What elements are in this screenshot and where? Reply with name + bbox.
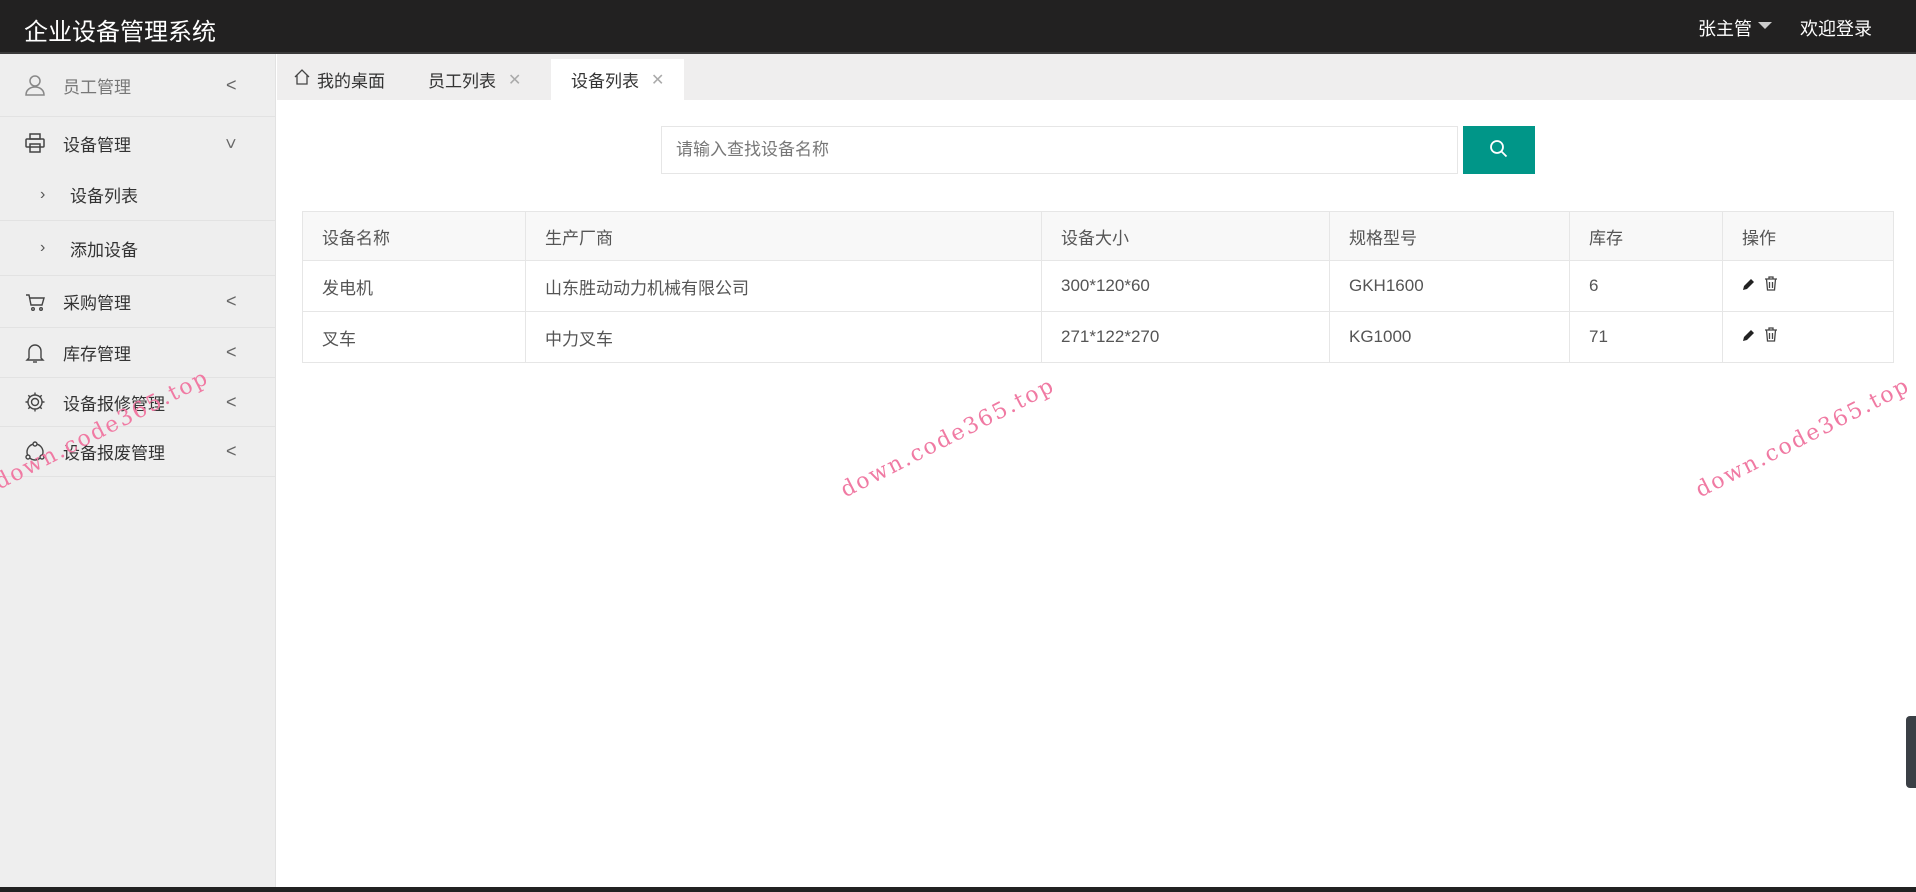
home-icon xyxy=(293,68,311,91)
chevron-left-icon: < xyxy=(226,391,237,412)
sidebar-item-label: 设备管理 xyxy=(63,135,131,155)
cell-name: 叉车 xyxy=(302,311,526,363)
column-header: 生产厂商 xyxy=(525,211,1042,261)
chevron-down-icon: < xyxy=(220,137,241,149)
device-table: 设备名称 生产厂商 设备大小 规格型号 库存 操作 发电机 山东胜动动力机械有限… xyxy=(302,211,1894,363)
chevron-right-icon: › xyxy=(40,239,46,256)
search-icon xyxy=(1489,139,1509,162)
bottom-bar xyxy=(0,887,1916,892)
bell-icon xyxy=(24,342,46,364)
cell-size: 300*120*60 xyxy=(1041,260,1330,312)
search-button[interactable] xyxy=(1463,126,1535,174)
tab-label: 员工列表 xyxy=(428,72,496,91)
watermark: down.code365.top xyxy=(1691,373,1915,503)
cell-maker: 山东胜动动力机械有限公司 xyxy=(525,260,1042,312)
tab-label: 设备列表 xyxy=(571,72,639,91)
table-row: 发电机 山东胜动动力机械有限公司 300*120*60 GKH1600 6 xyxy=(302,260,1894,312)
edit-icon[interactable] xyxy=(1742,276,1756,296)
chevron-right-icon: › xyxy=(40,185,46,203)
table-header-row: 设备名称 生产厂商 设备大小 规格型号 库存 操作 xyxy=(302,211,1894,261)
tab-label: 我的桌面 xyxy=(317,72,385,91)
sidebar: 员工管理 < 设备管理 < › 设备列表 › 添加设备 采购管理 < 库存管理 … xyxy=(0,54,276,887)
tab-device-list[interactable]: 设备列表 ✕ xyxy=(551,59,685,100)
sidebar-subitem-device-list[interactable]: › 设备列表 xyxy=(0,169,276,221)
sidebar-item-label: 添加设备 xyxy=(70,240,138,260)
chevron-left-icon: < xyxy=(226,441,237,461)
cell-actions xyxy=(1722,260,1894,312)
cell-model: KG1000 xyxy=(1329,311,1570,363)
sidebar-item-label: 采购管理 xyxy=(63,294,131,313)
cart-icon xyxy=(24,291,46,313)
printer-icon xyxy=(24,132,46,154)
user-icon xyxy=(24,74,46,96)
sidebar-item-inventory[interactable]: 库存管理 < xyxy=(0,328,276,378)
sidebar-item-label: 设备报废管理 xyxy=(63,444,165,463)
tab-desktop[interactable]: 我的桌面 xyxy=(293,59,385,100)
trash-icon[interactable] xyxy=(1764,276,1778,296)
search-input[interactable] xyxy=(661,126,1458,174)
side-widget[interactable] xyxy=(1906,716,1916,788)
sidebar-item-label: 设备列表 xyxy=(70,187,138,206)
chevron-left-icon: < xyxy=(226,74,237,95)
cell-name: 发电机 xyxy=(302,260,526,312)
column-header: 设备大小 xyxy=(1041,211,1330,261)
edit-icon[interactable] xyxy=(1742,327,1756,347)
close-icon[interactable]: ✕ xyxy=(508,70,521,90)
table-row: 叉车 中力叉车 271*122*270 KG1000 71 xyxy=(302,311,1894,363)
user-menu[interactable]: 张主管 xyxy=(1698,15,1752,41)
tab-bar: 我的桌面 员工列表 ✕ 设备列表 ✕ xyxy=(277,54,1916,100)
sidebar-item-label: 员工管理 xyxy=(63,77,131,97)
sidebar-item-label: 库存管理 xyxy=(63,345,131,364)
cell-actions xyxy=(1722,311,1894,363)
close-icon[interactable]: ✕ xyxy=(651,70,664,90)
column-header: 规格型号 xyxy=(1329,211,1570,261)
sidebar-subitem-add-device[interactable]: › 添加设备 xyxy=(0,221,276,276)
tab-employee-list[interactable]: 员工列表 ✕ xyxy=(428,59,521,100)
cell-stock: 71 xyxy=(1569,311,1723,363)
cell-maker: 中力叉车 xyxy=(525,311,1042,363)
sidebar-item-scrap[interactable]: 设备报废管理 < xyxy=(0,427,276,477)
column-header: 库存 xyxy=(1569,211,1723,261)
column-header: 操作 xyxy=(1722,211,1894,261)
sidebar-item-repair[interactable]: 设备报修管理 < xyxy=(0,378,276,427)
sidebar-item-device[interactable]: 设备管理 < xyxy=(0,117,276,169)
cell-model: GKH1600 xyxy=(1329,260,1570,312)
chevron-left-icon: < xyxy=(226,291,237,311)
gear-icon xyxy=(24,391,46,413)
sidebar-item-label: 设备报修管理 xyxy=(63,394,165,414)
sidebar-item-purchase[interactable]: 采购管理 < xyxy=(0,276,276,328)
trash-icon[interactable] xyxy=(1764,327,1778,347)
caret-down-icon[interactable] xyxy=(1758,22,1772,29)
chevron-left-icon: < xyxy=(226,342,237,362)
watermark: down.code365.top xyxy=(836,373,1060,503)
top-header: 企业设备管理系统 张主管 欢迎登录 xyxy=(0,0,1916,54)
app-title: 企业设备管理系统 xyxy=(24,19,216,46)
welcome-link[interactable]: 欢迎登录 xyxy=(1800,15,1872,41)
column-header: 设备名称 xyxy=(302,211,526,261)
cell-size: 271*122*270 xyxy=(1041,311,1330,363)
cell-stock: 6 xyxy=(1569,260,1723,312)
sidebar-item-employee[interactable]: 员工管理 < xyxy=(0,54,276,117)
share-icon xyxy=(24,440,46,463)
